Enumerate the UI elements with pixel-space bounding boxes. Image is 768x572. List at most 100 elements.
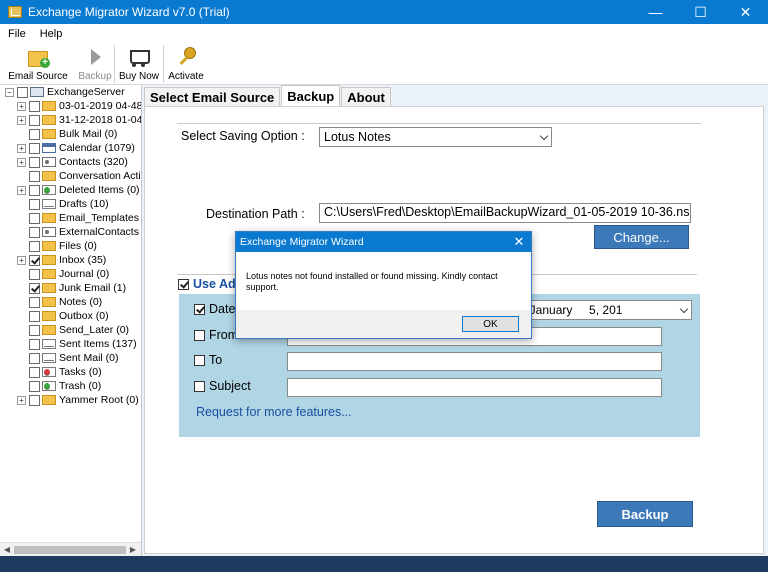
expand-icon[interactable]: +: [17, 143, 26, 153]
tree-checkbox[interactable]: [29, 380, 40, 392]
tree-checkbox[interactable]: [29, 394, 40, 406]
tree-horizontal-scrollbar[interactable]: ◀ ▶: [0, 542, 142, 556]
destination-path-label: Destination Path :: [206, 207, 305, 221]
tree-item[interactable]: Notes (0): [29, 295, 102, 309]
tree-checkbox[interactable]: [29, 212, 40, 224]
tree-checkbox[interactable]: [29, 100, 40, 112]
minimize-button[interactable]: —: [633, 0, 678, 24]
to-checkbox[interactable]: [194, 355, 205, 366]
tree-checkbox[interactable]: [29, 324, 40, 336]
tree-checkbox[interactable]: [29, 282, 40, 294]
tree-item[interactable]: Files (0): [29, 239, 97, 253]
tree-item[interactable]: Sent Mail (0): [29, 351, 119, 365]
tree-item-label: Journal (0): [59, 268, 110, 280]
tree-root[interactable]: − ExchangeServer: [5, 85, 125, 99]
tree-checkbox[interactable]: [29, 226, 40, 238]
tree-item[interactable]: + Yammer Root (0): [17, 393, 139, 407]
tree-checkbox[interactable]: [29, 240, 40, 252]
tree-checkbox[interactable]: [17, 86, 28, 98]
toolbar: Email Source Backup Buy Now Activate: [0, 43, 768, 85]
from-checkbox[interactable]: [194, 330, 205, 341]
expand-icon[interactable]: +: [17, 101, 26, 111]
tree-item[interactable]: Outbox (0): [29, 309, 109, 323]
dialog-close-button[interactable]: ✕: [507, 234, 531, 250]
tree-item[interactable]: + Calendar (1079): [17, 141, 135, 155]
tree-item[interactable]: Tasks (0): [29, 365, 102, 379]
tree-checkbox[interactable]: [29, 366, 40, 378]
tree-item-label: Outbox (0): [59, 310, 109, 322]
tree-checkbox[interactable]: [29, 338, 40, 350]
tree-checkbox[interactable]: [29, 310, 40, 322]
backup-toolbar-label: Backup: [78, 71, 112, 82]
tab-strip: Select Email Source Backup About: [144, 85, 392, 106]
subject-checkbox[interactable]: [194, 381, 205, 392]
buy-now-button[interactable]: Buy Now: [115, 43, 163, 85]
tree-item-label: Contacts (320): [59, 156, 128, 168]
tab-select-email-source[interactable]: Select Email Source: [144, 87, 281, 106]
subject-input[interactable]: [287, 378, 662, 397]
tab-backup[interactable]: Backup: [281, 85, 341, 106]
menu-help[interactable]: Help: [34, 28, 69, 40]
tab-about[interactable]: About: [341, 87, 391, 106]
scroll-thumb[interactable]: [14, 546, 126, 554]
use-advance-checkbox[interactable]: [178, 279, 189, 290]
tree-checkbox[interactable]: [29, 352, 40, 364]
menu-bar: File Help: [0, 24, 768, 43]
tree-item[interactable]: Junk Email (1): [29, 281, 126, 295]
backup-button[interactable]: Backup: [597, 501, 693, 527]
scroll-right-icon[interactable]: ▶: [128, 545, 138, 555]
tree-item[interactable]: + Contacts (320): [17, 155, 128, 169]
request-features-link[interactable]: Request for more features...: [196, 405, 352, 419]
saving-option-select[interactable]: Lotus Notes: [319, 127, 552, 147]
expand-icon[interactable]: +: [17, 255, 26, 265]
expand-icon[interactable]: +: [17, 395, 26, 405]
tree-checkbox[interactable]: [29, 114, 40, 126]
tree-checkbox[interactable]: [29, 254, 40, 266]
folder-icon: [42, 297, 56, 307]
close-button[interactable]: ✕: [723, 0, 768, 24]
expand-icon[interactable]: +: [17, 185, 26, 195]
tree-item[interactable]: ExternalContacts (: [29, 225, 141, 239]
backup-toolbar-button[interactable]: Backup: [76, 43, 114, 85]
destination-path-input[interactable]: C:\Users\Fred\Desktop\EmailBackupWizard_…: [319, 203, 691, 223]
tree-item[interactable]: + Inbox (35): [17, 253, 106, 267]
tree-item[interactable]: Conversation Actio: [29, 169, 141, 183]
tree-checkbox[interactable]: [29, 184, 40, 196]
scroll-left-icon[interactable]: ◀: [2, 545, 12, 555]
tree-item[interactable]: Trash (0): [29, 379, 101, 393]
tree-item[interactable]: Bulk Mail (0): [29, 127, 117, 141]
maximize-button[interactable]: ☐: [678, 0, 723, 24]
tree-item[interactable]: +31-12-2018 01-04 (0: [17, 113, 141, 127]
tree-checkbox[interactable]: [29, 268, 40, 280]
to-input[interactable]: [287, 352, 662, 371]
tree-item[interactable]: +03-01-2019 04-48 (0: [17, 99, 141, 113]
tree-checkbox[interactable]: [29, 296, 40, 308]
tree-item[interactable]: Journal (0): [29, 267, 109, 281]
expand-icon[interactable]: +: [17, 157, 26, 167]
sent-items-icon: [42, 339, 56, 349]
menu-file[interactable]: File: [2, 28, 32, 40]
tree-item[interactable]: Drafts (10): [29, 197, 109, 211]
folder-icon: [42, 283, 56, 293]
email-source-button[interactable]: Email Source: [0, 43, 76, 85]
tree-checkbox[interactable]: [29, 198, 40, 210]
tree-item[interactable]: Send_Later (0): [29, 323, 129, 337]
folder-icon: [42, 115, 56, 125]
tree-item-label: Files (0): [59, 240, 97, 252]
tree-checkbox[interactable]: [29, 128, 40, 140]
change-button[interactable]: Change...: [594, 225, 689, 249]
tree-item[interactable]: Sent Items (137): [29, 337, 137, 351]
activate-button[interactable]: Activate: [164, 43, 208, 85]
expand-icon[interactable]: +: [17, 115, 26, 125]
tree-checkbox[interactable]: [29, 156, 40, 168]
tree-item[interactable]: + Deleted Items (0): [17, 183, 140, 197]
tree-checkbox[interactable]: [29, 170, 40, 182]
collapse-icon[interactable]: −: [5, 87, 14, 97]
tree-checkbox[interactable]: [29, 142, 40, 154]
tree-item-label: Yammer Root (0): [59, 394, 139, 406]
date-checkbox[interactable]: [194, 304, 205, 315]
tree-item[interactable]: Email_Templates: [29, 211, 139, 225]
trash-icon: [42, 381, 56, 391]
tree-item-label: Email_Templates: [59, 212, 139, 224]
dialog-ok-button[interactable]: OK: [462, 316, 519, 332]
